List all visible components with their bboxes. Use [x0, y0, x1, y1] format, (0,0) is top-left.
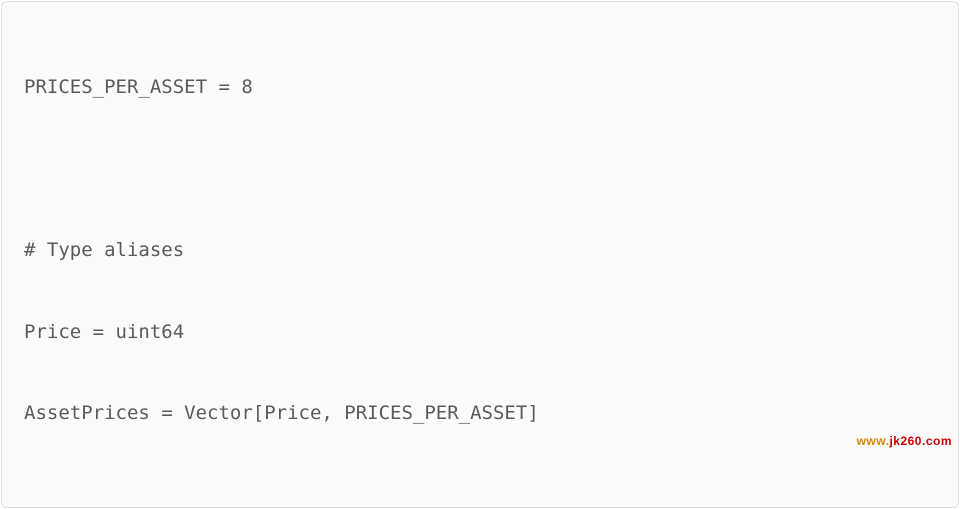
code-line: AssetPrices = Vector[Price, PRICES_PER_A…: [24, 393, 936, 434]
watermark-prefix: www.: [857, 434, 890, 448]
code-line: Price = uint64: [24, 312, 936, 353]
watermark-domain: jk260.com: [889, 434, 952, 448]
code-line: # Type aliases: [24, 230, 936, 271]
code-line: PRICES_PER_ASSET = 8: [24, 67, 936, 108]
code-line: [24, 148, 936, 189]
code-line: [24, 475, 936, 509]
code-block: PRICES_PER_ASSET = 8 # Type aliases Pric…: [1, 1, 959, 508]
watermark: www.jk260.com: [841, 381, 952, 503]
